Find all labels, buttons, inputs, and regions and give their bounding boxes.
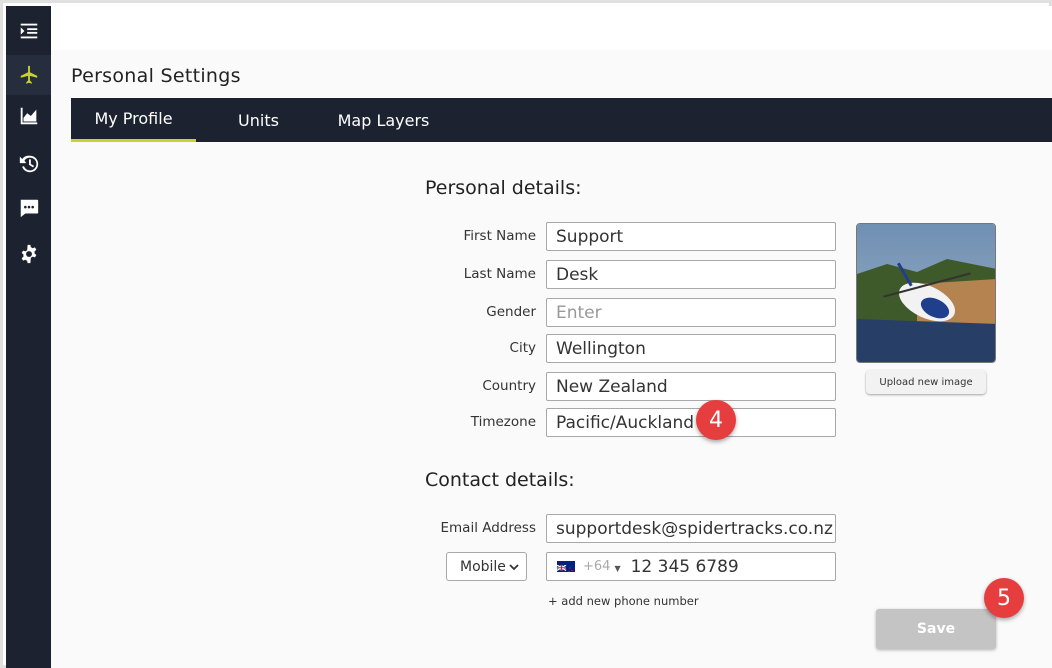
caret-down-icon[interactable]: ▼	[614, 564, 620, 573]
gear-icon	[21, 244, 36, 264]
nz-flag-icon[interactable]	[557, 561, 575, 572]
app-window: Personal Settings My Profile Units Map L…	[0, 0, 1052, 668]
sidebar	[6, 6, 51, 668]
sidebar-item-settings[interactable]	[6, 234, 51, 274]
tab-map-layers[interactable]: Map Layers	[326, 98, 441, 142]
first-name-label: First Name	[463, 228, 536, 244]
top-bar	[51, 6, 1052, 50]
country-label: Country	[482, 378, 536, 394]
phone-type-value: Mobile	[460, 558, 506, 575]
gender-field[interactable]: Enter	[546, 298, 836, 327]
first-name-field[interactable]: Support	[546, 222, 836, 251]
sidebar-item-flights[interactable]	[6, 55, 51, 95]
phone-number-value: 12 345 6789	[630, 556, 739, 577]
timezone-field[interactable]: Pacific/Auckland	[546, 408, 836, 437]
sidebar-item-messages[interactable]	[6, 188, 51, 228]
chevron-down-icon	[509, 564, 519, 571]
phone-type-select[interactable]: Mobile	[446, 552, 527, 581]
add-phone-link[interactable]: + add new phone number	[548, 594, 699, 608]
airplane-icon	[20, 65, 37, 84]
email-field[interactable]: supportdesk@spidertracks.co.nz	[546, 514, 836, 543]
city-field[interactable]: Wellington	[546, 334, 836, 363]
sidebar-item-history[interactable]	[6, 144, 51, 184]
bar-chart-icon	[20, 107, 37, 125]
step-badge-4: 4	[696, 400, 736, 440]
tab-units[interactable]: Units	[211, 98, 306, 142]
chat-bubble-icon	[20, 199, 38, 218]
page-title: Personal Settings	[71, 65, 241, 87]
last-name-field[interactable]: Desk	[546, 260, 836, 289]
menu-expand-icon	[20, 23, 37, 39]
email-label: Email Address	[440, 520, 536, 536]
upload-image-button[interactable]: Upload new image	[866, 370, 986, 394]
sidebar-item-menu[interactable]	[6, 11, 51, 51]
main-content: Personal Settings My Profile Units Map L…	[51, 50, 1052, 668]
history-icon	[19, 155, 38, 173]
step-badge-5: 5	[984, 578, 1024, 618]
last-name-label: Last Name	[463, 266, 536, 282]
tab-bar: My Profile Units Map Layers	[71, 98, 1052, 142]
tab-my-profile[interactable]: My Profile	[71, 98, 196, 142]
timezone-label: Timezone	[470, 414, 536, 430]
country-field[interactable]: New Zealand	[546, 372, 836, 401]
gender-label: Gender	[486, 304, 536, 320]
save-button[interactable]: Save	[876, 609, 996, 649]
city-label: City	[509, 340, 536, 356]
dial-code: +64	[583, 559, 611, 574]
contact-details-heading: Contact details:	[425, 469, 575, 491]
profile-photo	[856, 223, 996, 363]
phone-field[interactable]: +64 ▼ 12 345 6789	[546, 552, 836, 581]
personal-details-heading: Personal details:	[425, 177, 582, 199]
sidebar-item-reports[interactable]	[6, 96, 51, 136]
